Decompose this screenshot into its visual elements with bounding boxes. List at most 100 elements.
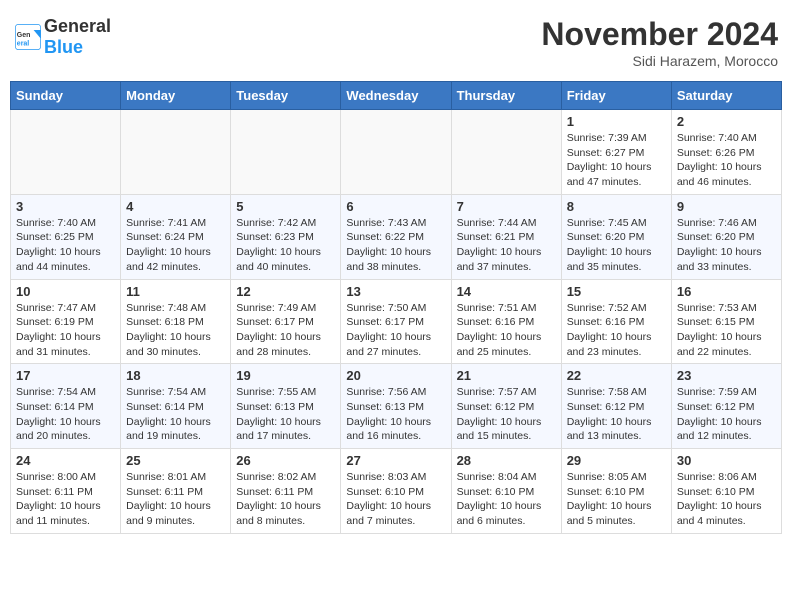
calendar-cell: 22 Sunrise: 7:58 AMSunset: 6:12 PMDayligh… xyxy=(561,364,671,449)
day-detail: Sunrise: 7:49 AMSunset: 6:17 PMDaylight:… xyxy=(236,301,335,360)
page-header: Gen eral General Blue November 2024 Sidi… xyxy=(10,10,782,75)
calendar-cell: 9Sunrise: 7:46 AMSunset: 6:20 PMDaylight… xyxy=(671,194,781,279)
day-number: 14 xyxy=(457,284,556,299)
day-number: 1 xyxy=(567,114,666,129)
weekday-thursday: Thursday xyxy=(451,82,561,110)
day-detail: Sunrise: 8:03 AMSunset: 6:10 PMDaylight:… xyxy=(346,470,445,529)
calendar-cell: 1 Sunrise: 7:39 AMSunset: 6:27 PMDaylight… xyxy=(561,110,671,195)
day-number: 3 xyxy=(16,199,115,214)
weekday-header-row: SundayMondayTuesdayWednesdayThursdayFrid… xyxy=(11,82,782,110)
calendar-cell xyxy=(121,110,231,195)
month-title: November 2024 xyxy=(541,16,778,53)
day-number: 11 xyxy=(126,284,225,299)
calendar-cell: 6 Sunrise: 7:43 AMSunset: 6:22 PMDaylight… xyxy=(341,194,451,279)
calendar-cell: 8 Sunrise: 7:45 AMSunset: 6:20 PMDaylight… xyxy=(561,194,671,279)
calendar-cell: 4 Sunrise: 7:41 AMSunset: 6:24 PMDaylight… xyxy=(121,194,231,279)
weekday-saturday: Saturday xyxy=(671,82,781,110)
calendar-body: 1 Sunrise: 7:39 AMSunset: 6:27 PMDaylight… xyxy=(11,110,782,534)
day-number: 6 xyxy=(346,199,445,214)
day-detail: Sunrise: 7:45 AMSunset: 6:20 PMDaylight:… xyxy=(567,216,666,275)
calendar-cell: 14 Sunrise: 7:51 AMSunset: 6:16 PMDayligh… xyxy=(451,279,561,364)
day-number: 4 xyxy=(126,199,225,214)
day-number: 15 xyxy=(567,284,666,299)
weekday-sunday: Sunday xyxy=(11,82,121,110)
calendar-header: SundayMondayTuesdayWednesdayThursdayFrid… xyxy=(11,82,782,110)
calendar-cell: 27 Sunrise: 8:03 AMSunset: 6:10 PMDayligh… xyxy=(341,449,451,534)
location-subtitle: Sidi Harazem, Morocco xyxy=(541,53,778,69)
day-detail: Sunrise: 7:41 AMSunset: 6:24 PMDaylight:… xyxy=(126,216,225,275)
day-detail: Sunrise: 7:58 AMSunset: 6:12 PMDaylight:… xyxy=(567,385,666,444)
day-detail: Sunrise: 7:47 AMSunset: 6:19 PMDaylight:… xyxy=(16,301,115,360)
day-detail: Sunrise: 7:48 AMSunset: 6:18 PMDaylight:… xyxy=(126,301,225,360)
svg-text:Gen: Gen xyxy=(17,32,31,39)
calendar-cell xyxy=(451,110,561,195)
calendar-cell xyxy=(341,110,451,195)
day-detail: Sunrise: 8:05 AMSunset: 6:10 PMDaylight:… xyxy=(567,470,666,529)
calendar-cell: 12 Sunrise: 7:49 AMSunset: 6:17 PMDayligh… xyxy=(231,279,341,364)
logo-text: General Blue xyxy=(44,16,111,58)
calendar-table: SundayMondayTuesdayWednesdayThursdayFrid… xyxy=(10,81,782,534)
calendar-cell: 3 Sunrise: 7:40 AMSunset: 6:25 PMDaylight… xyxy=(11,194,121,279)
day-detail: Sunrise: 7:40 AMSunset: 6:25 PMDaylight:… xyxy=(16,216,115,275)
logo-icon: Gen eral xyxy=(14,23,42,51)
calendar-cell: 29 Sunrise: 8:05 AMSunset: 6:10 PMDayligh… xyxy=(561,449,671,534)
day-detail: Sunrise: 8:06 AMSunset: 6:10 PMDaylight:… xyxy=(677,470,776,529)
day-detail: Sunrise: 7:46 AMSunset: 6:20 PMDaylight:… xyxy=(677,216,776,275)
day-number: 22 xyxy=(567,368,666,383)
calendar-cell xyxy=(231,110,341,195)
day-number: 2 xyxy=(677,114,776,129)
svg-text:eral: eral xyxy=(17,40,30,47)
calendar-cell: 24 Sunrise: 8:00 AMSunset: 6:11 PMDayligh… xyxy=(11,449,121,534)
day-detail: Sunrise: 7:39 AMSunset: 6:27 PMDaylight:… xyxy=(567,131,666,190)
calendar-week-1: 1 Sunrise: 7:39 AMSunset: 6:27 PMDaylight… xyxy=(11,110,782,195)
calendar-week-2: 3 Sunrise: 7:40 AMSunset: 6:25 PMDaylight… xyxy=(11,194,782,279)
day-number: 26 xyxy=(236,453,335,468)
day-detail: Sunrise: 7:53 AMSunset: 6:15 PMDaylight:… xyxy=(677,301,776,360)
logo-general: General xyxy=(44,16,111,36)
calendar-cell: 10 Sunrise: 7:47 AMSunset: 6:19 PMDayligh… xyxy=(11,279,121,364)
day-number: 7 xyxy=(457,199,556,214)
day-number: 18 xyxy=(126,368,225,383)
logo-blue: Blue xyxy=(44,37,83,57)
day-number: 24 xyxy=(16,453,115,468)
calendar-cell: 18 Sunrise: 7:54 AMSunset: 6:14 PMDayligh… xyxy=(121,364,231,449)
day-number: 8 xyxy=(567,199,666,214)
day-detail: Sunrise: 7:42 AMSunset: 6:23 PMDaylight:… xyxy=(236,216,335,275)
day-number: 12 xyxy=(236,284,335,299)
day-number: 10 xyxy=(16,284,115,299)
calendar-cell: 21Sunrise: 7:57 AMSunset: 6:12 PMDayligh… xyxy=(451,364,561,449)
day-number: 19 xyxy=(236,368,335,383)
day-detail: Sunrise: 7:55 AMSunset: 6:13 PMDaylight:… xyxy=(236,385,335,444)
day-number: 27 xyxy=(346,453,445,468)
day-detail: Sunrise: 7:56 AMSunset: 6:13 PMDaylight:… xyxy=(346,385,445,444)
day-detail: Sunrise: 7:43 AMSunset: 6:22 PMDaylight:… xyxy=(346,216,445,275)
calendar-week-4: 17 Sunrise: 7:54 AMSunset: 6:14 PMDayligh… xyxy=(11,364,782,449)
title-block: November 2024 Sidi Harazem, Morocco xyxy=(541,16,778,69)
day-detail: Sunrise: 8:01 AMSunset: 6:11 PMDaylight:… xyxy=(126,470,225,529)
day-detail: Sunrise: 8:00 AMSunset: 6:11 PMDaylight:… xyxy=(16,470,115,529)
calendar-cell: 26 Sunrise: 8:02 AMSunset: 6:11 PMDayligh… xyxy=(231,449,341,534)
calendar-cell: 20Sunrise: 7:56 AMSunset: 6:13 PMDayligh… xyxy=(341,364,451,449)
day-number: 23 xyxy=(677,368,776,383)
day-detail: Sunrise: 8:02 AMSunset: 6:11 PMDaylight:… xyxy=(236,470,335,529)
day-detail: Sunrise: 7:51 AMSunset: 6:16 PMDaylight:… xyxy=(457,301,556,360)
calendar-cell: 16 Sunrise: 7:53 AMSunset: 6:15 PMDayligh… xyxy=(671,279,781,364)
day-number: 28 xyxy=(457,453,556,468)
calendar-cell: 23Sunrise: 7:59 AMSunset: 6:12 PMDayligh… xyxy=(671,364,781,449)
weekday-friday: Friday xyxy=(561,82,671,110)
day-number: 25 xyxy=(126,453,225,468)
day-number: 16 xyxy=(677,284,776,299)
day-number: 29 xyxy=(567,453,666,468)
day-detail: Sunrise: 7:54 AMSunset: 6:14 PMDaylight:… xyxy=(126,385,225,444)
day-number: 17 xyxy=(16,368,115,383)
day-number: 21 xyxy=(457,368,556,383)
logo: Gen eral General Blue xyxy=(14,16,111,58)
day-number: 13 xyxy=(346,284,445,299)
weekday-monday: Monday xyxy=(121,82,231,110)
calendar-cell: 25 Sunrise: 8:01 AMSunset: 6:11 PMDayligh… xyxy=(121,449,231,534)
day-detail: Sunrise: 7:54 AMSunset: 6:14 PMDaylight:… xyxy=(16,385,115,444)
calendar-cell: 11 Sunrise: 7:48 AMSunset: 6:18 PMDayligh… xyxy=(121,279,231,364)
calendar-cell: 5Sunrise: 7:42 AMSunset: 6:23 PMDaylight… xyxy=(231,194,341,279)
weekday-tuesday: Tuesday xyxy=(231,82,341,110)
calendar-cell: 13Sunrise: 7:50 AMSunset: 6:17 PMDayligh… xyxy=(341,279,451,364)
